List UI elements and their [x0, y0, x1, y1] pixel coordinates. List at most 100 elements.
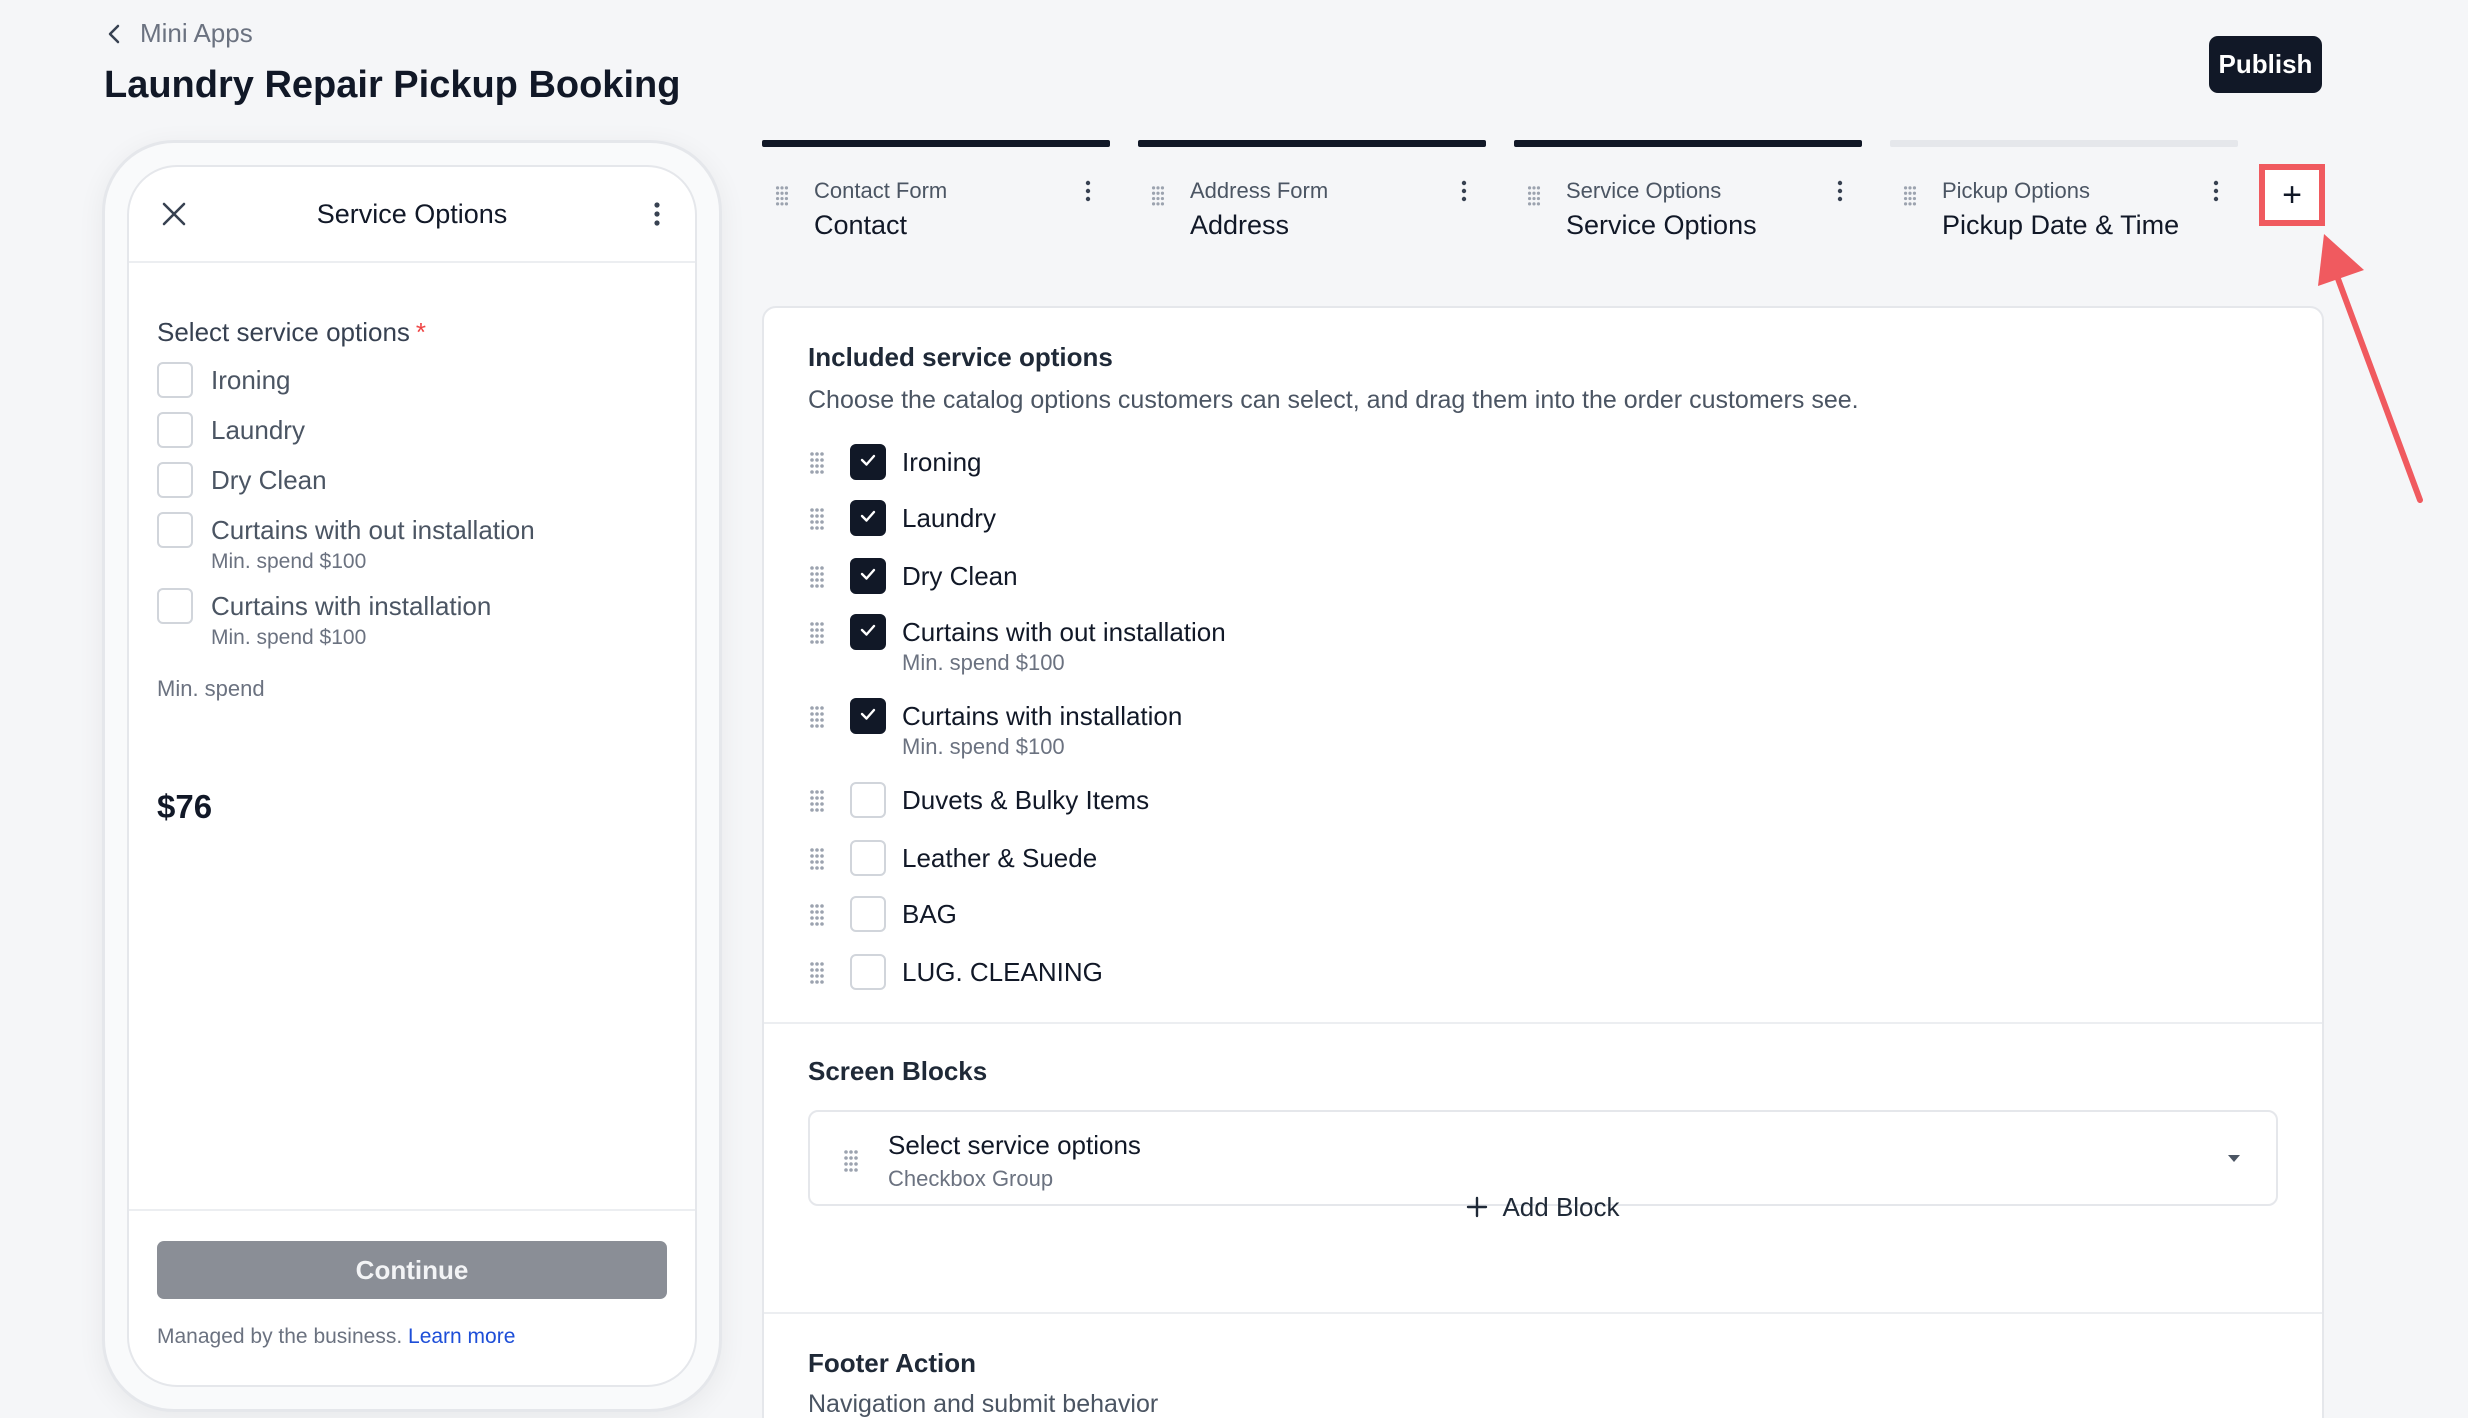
option-checkbox[interactable]	[850, 840, 886, 876]
included-description: Choose the catalog options customers can…	[808, 386, 1859, 414]
checkbox[interactable]	[157, 412, 193, 448]
option-label: Leather & Suede	[902, 843, 1098, 873]
drag-handle-icon[interactable]	[1526, 184, 1542, 206]
check-icon	[858, 704, 878, 729]
more-vertical-icon[interactable]	[2212, 180, 2220, 202]
option-label: Dry Clean	[211, 465, 327, 495]
step-kind: Contact Form	[814, 178, 948, 203]
preview-option[interactable]: Curtains with out installation Min. spend…	[157, 512, 667, 574]
preview-option[interactable]: Curtains with installation Min. spend $10…	[157, 588, 667, 650]
drag-handle-icon[interactable]	[808, 506, 826, 530]
drag-handle-icon[interactable]	[1150, 184, 1166, 206]
phone-footer: Continue Managed by the business. Learn …	[129, 1209, 695, 1385]
drag-handle-icon[interactable]	[808, 788, 826, 812]
phone-question: Select service options *	[157, 317, 667, 348]
drag-handle-icon[interactable]	[808, 564, 826, 588]
service-option-row[interactable]: Dry Clean	[808, 558, 1018, 594]
more-vertical-icon[interactable]	[1084, 180, 1092, 202]
managed-text: Managed by the business.	[157, 1325, 403, 1348]
add-block-label: Add Block	[1502, 1191, 1620, 1222]
step-tab[interactable]: Address Form Address	[1138, 140, 1486, 250]
checkbox[interactable]	[157, 512, 193, 548]
option-label: BAG	[902, 899, 957, 929]
step-kind: Address Form	[1190, 178, 1329, 203]
question-text: Select service options	[157, 317, 410, 347]
back-link[interactable]: Mini Apps	[104, 18, 253, 49]
step-kind: Service Options	[1566, 178, 1722, 203]
option-checkbox[interactable]	[850, 698, 886, 734]
drag-handle-icon[interactable]	[808, 450, 826, 474]
option-label: Curtains with out installation	[902, 617, 1226, 647]
check-icon	[858, 620, 878, 645]
drag-handle-icon[interactable]	[808, 902, 826, 926]
option-sub: Min. spend $100	[211, 626, 367, 649]
phone-screen-title: Service Options	[316, 198, 508, 229]
service-option-row[interactable]: Curtains with out installation Min. spend…	[808, 614, 1226, 676]
drag-handle-icon[interactable]	[808, 960, 826, 984]
step-tab[interactable]: Pickup Options Pickup Date & Time	[1890, 140, 2238, 250]
option-checkbox[interactable]	[850, 954, 886, 990]
preview-option[interactable]: Laundry	[157, 412, 667, 448]
drag-handle-icon[interactable]	[842, 1148, 860, 1172]
preview-option[interactable]: Ironing	[157, 362, 667, 398]
checkbox[interactable]	[157, 462, 193, 498]
checkbox[interactable]	[157, 588, 193, 624]
screen-blocks-title: Screen Blocks	[808, 1056, 988, 1086]
service-option-row[interactable]: Ironing	[808, 444, 982, 480]
included-title: Included service options	[808, 342, 1113, 372]
option-checkbox[interactable]	[850, 782, 886, 818]
option-label: Ironing	[902, 447, 982, 477]
step-settings-card: Included service options Choose the cata…	[762, 306, 2324, 1418]
option-label: Curtains with installation	[211, 591, 492, 621]
more-vertical-icon[interactable]	[1836, 180, 1844, 202]
option-label: Ironing	[211, 365, 291, 395]
option-checkbox[interactable]	[850, 614, 886, 650]
chevron-left-icon	[108, 24, 120, 43]
option-label: Laundry	[902, 503, 996, 533]
option-label: LUG. CLEANING	[902, 957, 1103, 987]
step-tab[interactable]: Service Options Service Options	[1514, 140, 1862, 250]
drag-handle-icon[interactable]	[774, 184, 790, 206]
phone-body: Select service options * Ironing Laundry Dr…	[157, 317, 667, 826]
more-vertical-icon[interactable]	[651, 199, 663, 229]
drag-handle-icon[interactable]	[808, 846, 826, 870]
publish-button[interactable]: Publish	[2209, 36, 2322, 93]
option-checkbox[interactable]	[850, 896, 886, 932]
check-icon	[858, 506, 878, 531]
service-option-row[interactable]: BAG	[808, 896, 957, 932]
step-name: Service Options	[1566, 210, 1757, 240]
service-option-row[interactable]: Leather & Suede	[808, 840, 1097, 876]
phone-header: Service Options	[129, 167, 695, 263]
step-progress-bar	[762, 140, 1110, 147]
caret-down-icon[interactable]	[2226, 1152, 2242, 1164]
step-tab[interactable]: Contact Form Contact	[762, 140, 1110, 250]
step-progress-bar	[1890, 140, 2238, 147]
service-option-row[interactable]: Curtains with installation Min. spend $10…	[808, 698, 1182, 760]
add-step-button[interactable]: +	[2259, 164, 2325, 226]
service-option-row[interactable]: Laundry	[808, 500, 996, 536]
service-option-row[interactable]: LUG. CLEANING	[808, 954, 1103, 990]
option-sub: Min. spend $100	[902, 650, 1065, 675]
option-checkbox[interactable]	[850, 444, 886, 480]
option-label: Duvets & Bulky Items	[902, 785, 1150, 815]
learn-more-link[interactable]: Learn more	[408, 1325, 515, 1348]
close-icon[interactable]	[159, 199, 189, 229]
step-name: Pickup Date & Time	[1942, 210, 2180, 240]
preview-option[interactable]: Dry Clean	[157, 462, 667, 498]
continue-button[interactable]: Continue	[157, 1241, 667, 1299]
drag-handle-icon[interactable]	[1902, 184, 1918, 206]
managed-note: Managed by the business. Learn more	[157, 1325, 515, 1349]
service-option-row[interactable]: Duvets & Bulky Items	[808, 782, 1149, 818]
checkbox[interactable]	[157, 362, 193, 398]
add-block-button[interactable]: Add Block	[764, 1182, 2322, 1232]
drag-handle-icon[interactable]	[808, 704, 826, 728]
check-icon	[858, 564, 878, 589]
block-name: Select service options	[888, 1130, 1141, 1160]
option-checkbox[interactable]	[850, 500, 886, 536]
more-vertical-icon[interactable]	[1460, 180, 1468, 202]
plus-icon	[1467, 1196, 1488, 1218]
check-icon	[858, 450, 878, 475]
step-progress-bar	[1514, 140, 1862, 147]
option-checkbox[interactable]	[850, 558, 886, 594]
drag-handle-icon[interactable]	[808, 620, 826, 644]
